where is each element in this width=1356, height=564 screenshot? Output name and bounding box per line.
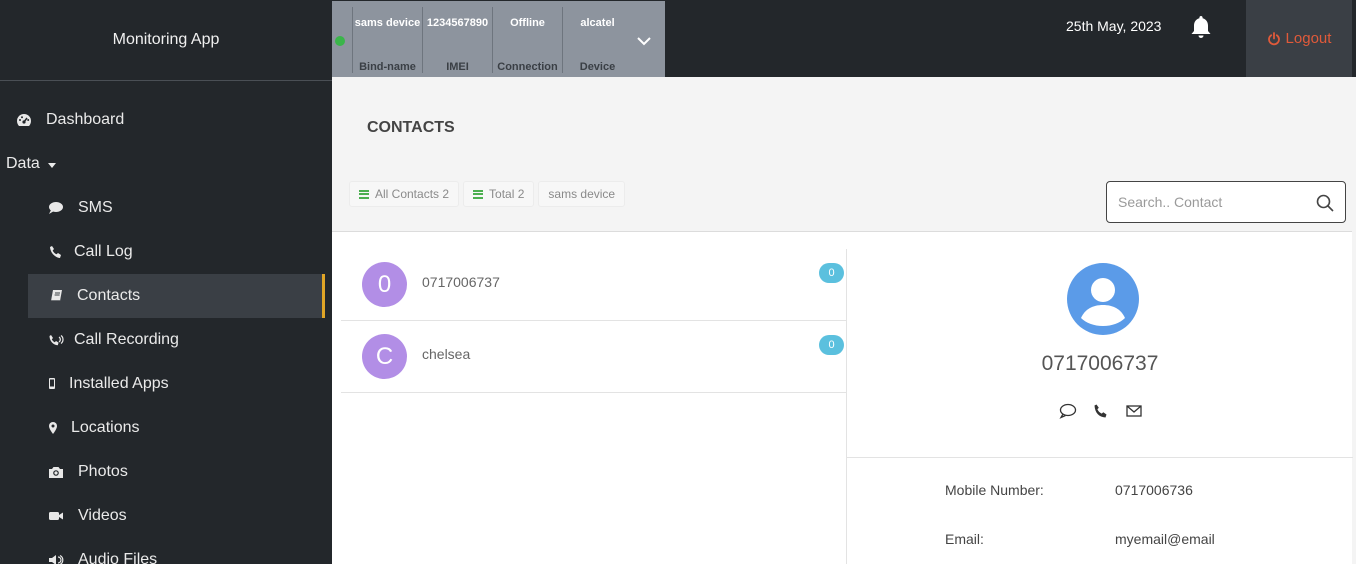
contact-detail: 0717006737 Mobile Number: 0717006736 Ema… [846,249,1353,564]
device-connection-label: Connection [497,61,558,73]
device-model-value: alcatel [580,17,615,29]
power-icon [1267,31,1280,45]
comment-icon [48,200,64,216]
logout-label: Logout [1285,30,1332,47]
device-bind-name-value: sams device [354,17,421,29]
phone-volume-icon [48,332,64,348]
device-model-label: Device [579,61,616,73]
audio-icon [48,552,64,564]
page-title: CONTACTS [367,119,455,136]
sidebar-item-label: Contacts [77,287,141,304]
device-imei-label: IMEI [446,61,469,73]
contact-avatar: 0 [362,262,407,307]
device-imei-value: 1234567890 [426,17,489,29]
caret-down-icon [47,162,56,168]
sidebar-item-photos[interactable]: Photos [48,450,128,494]
email-label: Email: [945,531,984,547]
camera-icon [48,464,64,480]
contact-row[interactable]: 0 0717006737 0 [341,249,846,321]
sidebar-item-label: Locations [71,419,140,436]
search-input[interactable] [1107,182,1307,222]
app-title: Monitoring App [0,0,332,81]
device-connection: Offline Connection [492,7,562,73]
logout-button[interactable]: Logout [1246,0,1352,77]
all-contacts-label: All Contacts 2 [375,187,450,201]
device-bind-name-label: Bind-name [359,61,416,73]
sidebar-item-label: SMS [78,199,113,216]
notification-bell-icon[interactable] [1188,14,1214,45]
search-box [1106,181,1346,223]
list-icon [359,189,369,199]
phone-icon [48,244,64,260]
sidebar-item-dashboard[interactable]: Dashboard [16,98,124,142]
contact-name: chelsea [422,346,471,362]
sidebar-item-label: Call Log [74,243,133,260]
sidebar-item-videos[interactable]: Videos [48,494,127,538]
contact-detail-name: 0717006737 [1041,352,1159,375]
chevron-down-icon[interactable] [637,33,651,51]
mobile-icon [44,376,60,392]
dashboard-icon [16,112,32,128]
online-status-dot [335,36,345,46]
top-bar: sams device Bind-name 1234567890 IMEI Of… [332,0,1356,77]
message-count-badge: 0 [819,263,844,283]
device-imei: 1234567890 IMEI [422,7,492,73]
sidebar-item-label: Videos [78,507,127,524]
total-label: Total 2 [489,187,525,201]
map-marker-icon [45,420,61,436]
sidebar-item-label: Audio Files [78,551,158,564]
sidebar-item-label: Dashboard [46,111,125,128]
device-chip[interactable]: sams device [538,181,626,207]
device-connection-value: Offline [510,17,545,29]
total-chip[interactable]: Total 2 [463,181,535,207]
contact-avatar: C [362,334,407,379]
sidebar-item-label: Photos [78,463,128,480]
contact-row[interactable]: C chelsea 0 [341,321,846,393]
list-icon [473,189,484,199]
sidebar-item-label: Call Recording [74,331,179,348]
sidebar-item-locations[interactable]: Locations [45,406,140,450]
contact-list: 0 0717006737 0 C chelsea 0 [341,249,846,393]
video-icon [48,508,64,524]
mobile-number-label: Mobile Number: [945,482,1044,498]
sidebar-data-menu[interactable]: Data [6,142,56,186]
sidebar-item-sms[interactable]: SMS [48,186,113,230]
current-date: 25th May, 2023 [1066,18,1162,34]
contacts-panel: 0 0717006737 0 C chelsea 0 0717006737 Mo… [332,231,1353,564]
sidebar-item-contacts[interactable]: Contacts [28,274,325,318]
email-icon[interactable] [1125,403,1143,424]
sidebar-item-label: Data [6,155,40,172]
contact-actions [1059,403,1143,424]
call-icon[interactable] [1093,403,1109,424]
search-icon[interactable] [1316,194,1334,217]
mobile-number-value: 0717006736 [1115,482,1193,498]
sidebar-item-label: Installed Apps [69,375,169,392]
contact-summary-chips: All Contacts 2 Total 2 sams device [349,181,626,207]
all-contacts-chip[interactable]: All Contacts 2 [349,181,460,207]
sidebar-item-call-recording[interactable]: Call Recording [48,318,179,362]
contact-name: 0717006737 [422,274,500,290]
device-bind-name: sams device Bind-name [352,7,422,73]
sidebar-item-audio-files[interactable]: Audio Files [48,538,157,564]
sidebar-item-installed-apps[interactable]: Installed Apps [44,362,169,406]
message-icon[interactable] [1059,403,1077,424]
sidebar: Monitoring App Dashboard Data SMS Call L… [0,0,332,564]
device-chip-label: sams device [548,187,616,201]
device-model: alcatel Device [562,7,632,73]
sidebar-item-call-log[interactable]: Call Log [48,230,133,274]
email-value: myemail@email [1115,531,1215,547]
book-icon [48,288,64,304]
device-selector[interactable]: sams device Bind-name 1234567890 IMEI Of… [332,1,665,77]
message-count-badge: 0 [819,335,844,355]
divider [847,457,1353,458]
user-profile-icon [1067,263,1139,335]
